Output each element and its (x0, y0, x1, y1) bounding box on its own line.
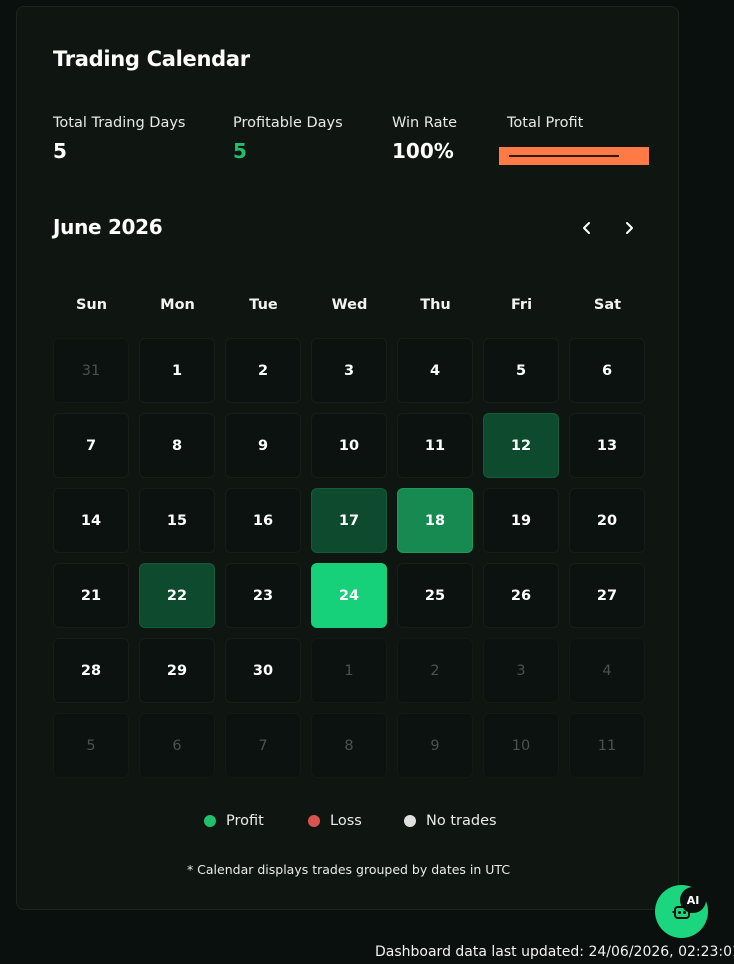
stat-value: 100% (392, 139, 454, 163)
calendar-day: 11 (569, 713, 645, 778)
stat-total-profit: Total Profit (507, 115, 583, 131)
trading-calendar-card: Trading Calendar Total Trading Days 5 Pr… (16, 6, 679, 910)
weekday-fri: Fri (510, 297, 533, 313)
month-label: June 2026 (53, 215, 163, 239)
no-trades-dot-icon (404, 815, 416, 827)
calendar-day: 6 (139, 713, 215, 778)
stat-value: 5 (233, 139, 247, 163)
calendar-day[interactable]: 28 (53, 638, 129, 703)
legend-label: Loss (330, 813, 362, 829)
legend-profit: Profit (204, 813, 264, 829)
calendar-day[interactable]: 8 (139, 413, 215, 478)
calendar-day: 9 (397, 713, 473, 778)
calendar-day: 10 (483, 713, 559, 778)
stat-label: Total Trading Days (53, 115, 186, 131)
ai-badge: AI (680, 887, 706, 913)
calendar-day[interactable]: 6 (569, 338, 645, 403)
calendar-day[interactable]: 24 (311, 563, 387, 628)
calendar-day[interactable]: 21 (53, 563, 129, 628)
calendar-day[interactable]: 29 (139, 638, 215, 703)
calendar-day[interactable]: 27 (569, 563, 645, 628)
calendar-day[interactable]: 11 (397, 413, 473, 478)
card-title: Trading Calendar (53, 47, 250, 71)
calendar-day[interactable]: 20 (569, 488, 645, 553)
calendar-day[interactable]: 5 (483, 338, 559, 403)
calendar-day[interactable]: 1 (139, 338, 215, 403)
legend-no-trades: No trades (404, 813, 497, 829)
calendar-day: 7 (225, 713, 301, 778)
calendar-day[interactable]: 13 (569, 413, 645, 478)
calendar-day: 3 (483, 638, 559, 703)
calendar-day[interactable]: 12 (483, 413, 559, 478)
stat-label: Total Profit (507, 115, 584, 131)
redacted-total-profit-value (499, 147, 649, 165)
calendar-day[interactable]: 4 (397, 338, 473, 403)
calendar-day: 1 (311, 638, 387, 703)
calendar-day[interactable]: 9 (225, 413, 301, 478)
calendar-day[interactable]: 30 (225, 638, 301, 703)
legend-label: No trades (426, 813, 497, 829)
weekday-mon: Mon (160, 297, 195, 313)
calendar-day[interactable]: 15 (139, 488, 215, 553)
stat-label: Profitable Days (233, 115, 343, 131)
calendar-day[interactable]: 23 (225, 563, 301, 628)
calendar-day[interactable]: 26 (483, 563, 559, 628)
calendar-day[interactable]: 10 (311, 413, 387, 478)
chevron-left-icon (583, 222, 590, 234)
stat-value: 5 (53, 139, 67, 163)
calendar-day: 4 (569, 638, 645, 703)
chevron-right-icon (626, 222, 633, 234)
weekday-sun: Sun (75, 297, 108, 313)
calendar-day[interactable]: 16 (225, 488, 301, 553)
stat-profitable-days: Profitable Days 5 (233, 115, 343, 163)
weekday-wed: Wed (331, 297, 368, 313)
calendar-day[interactable]: 22 (139, 563, 215, 628)
utc-note: * Calendar displays trades grouped by da… (186, 862, 511, 877)
calendar-day[interactable]: 18 (397, 488, 473, 553)
legend-loss: Loss (308, 813, 362, 829)
calendar-day[interactable]: 19 (483, 488, 559, 553)
calendar-day: 2 (397, 638, 473, 703)
weekday-tue: Tue (249, 297, 278, 313)
calendar-day[interactable]: 25 (397, 563, 473, 628)
weekday-sat: Sat (593, 297, 622, 313)
weekday-thu: Thu (420, 297, 451, 313)
next-month-button[interactable] (617, 216, 641, 240)
calendar-day[interactable]: 2 (225, 338, 301, 403)
calendar-day: 31 (53, 338, 129, 403)
stat-label: Win Rate (392, 115, 458, 131)
calendar-day[interactable]: 17 (311, 488, 387, 553)
calendar-day: 8 (311, 713, 387, 778)
calendar-day[interactable]: 7 (53, 413, 129, 478)
loss-dot-icon (308, 815, 320, 827)
calendar-day: 5 (53, 713, 129, 778)
legend-label: Profit (226, 813, 264, 829)
stat-total-trading-days: Total Trading Days 5 (53, 115, 185, 163)
last-updated-text: Dashboard data last updated: 24/06/2026,… (375, 944, 734, 960)
calendar-day[interactable]: 14 (53, 488, 129, 553)
profit-dot-icon (204, 815, 216, 827)
stat-win-rate: Win Rate 100% (392, 115, 457, 163)
previous-month-button[interactable] (575, 216, 599, 240)
calendar-day[interactable]: 3 (311, 338, 387, 403)
